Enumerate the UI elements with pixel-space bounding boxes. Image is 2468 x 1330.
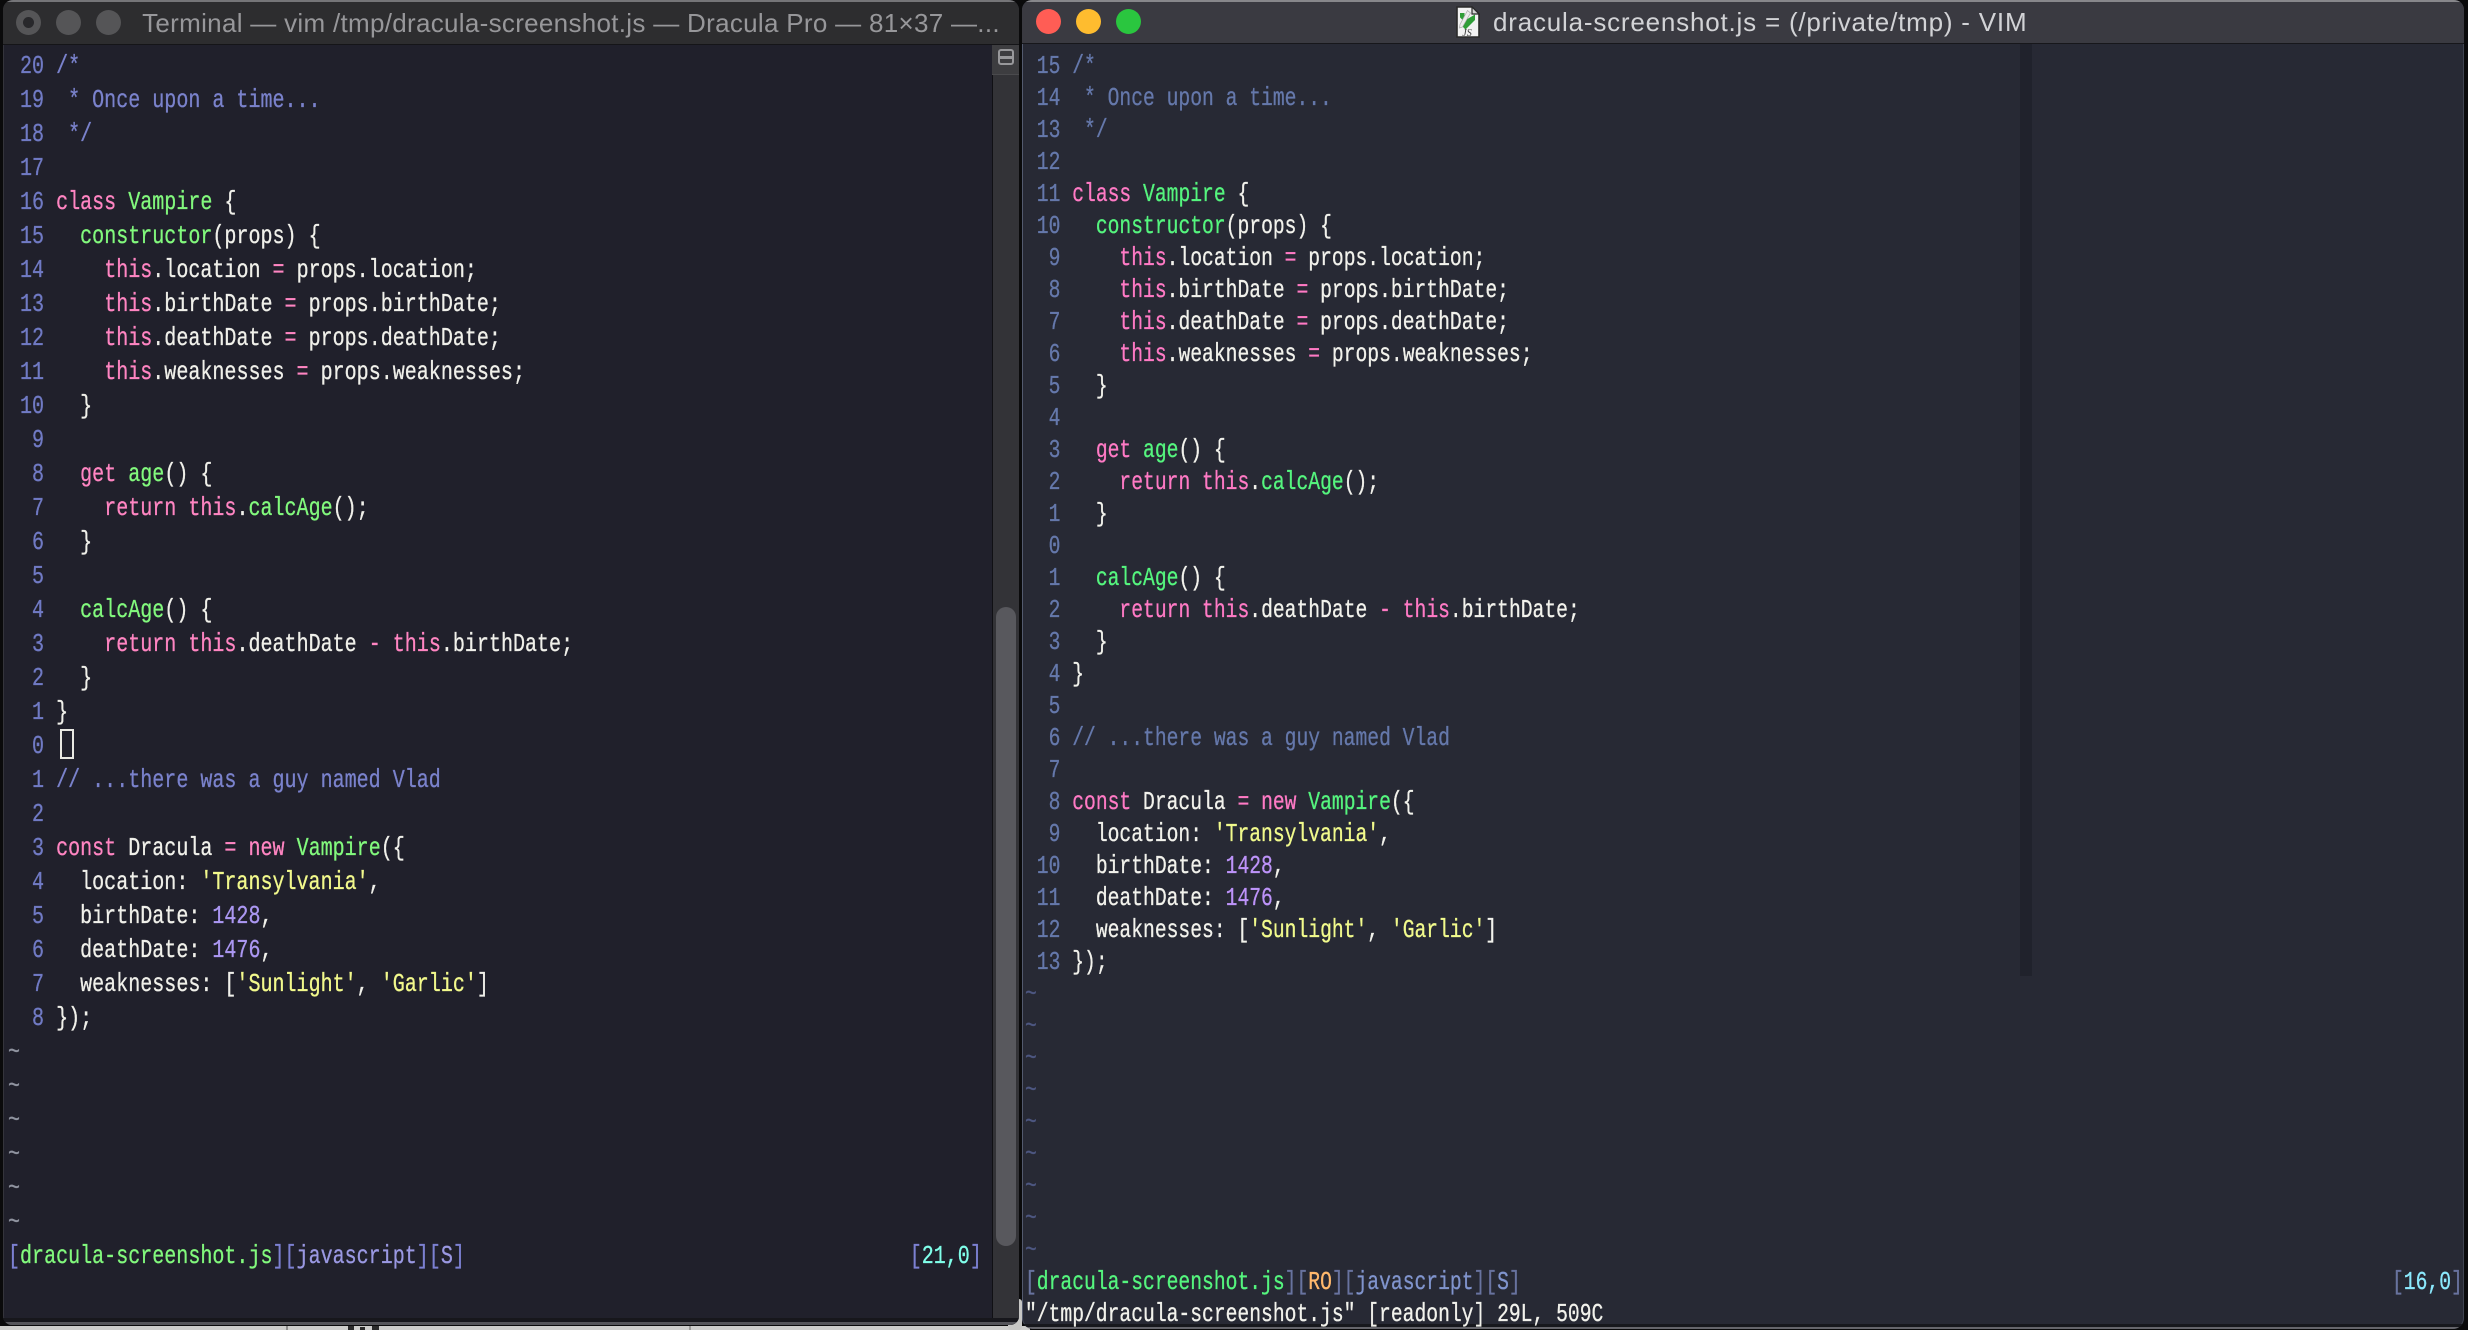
svg-text:JS: JS bbox=[1462, 28, 1471, 38]
